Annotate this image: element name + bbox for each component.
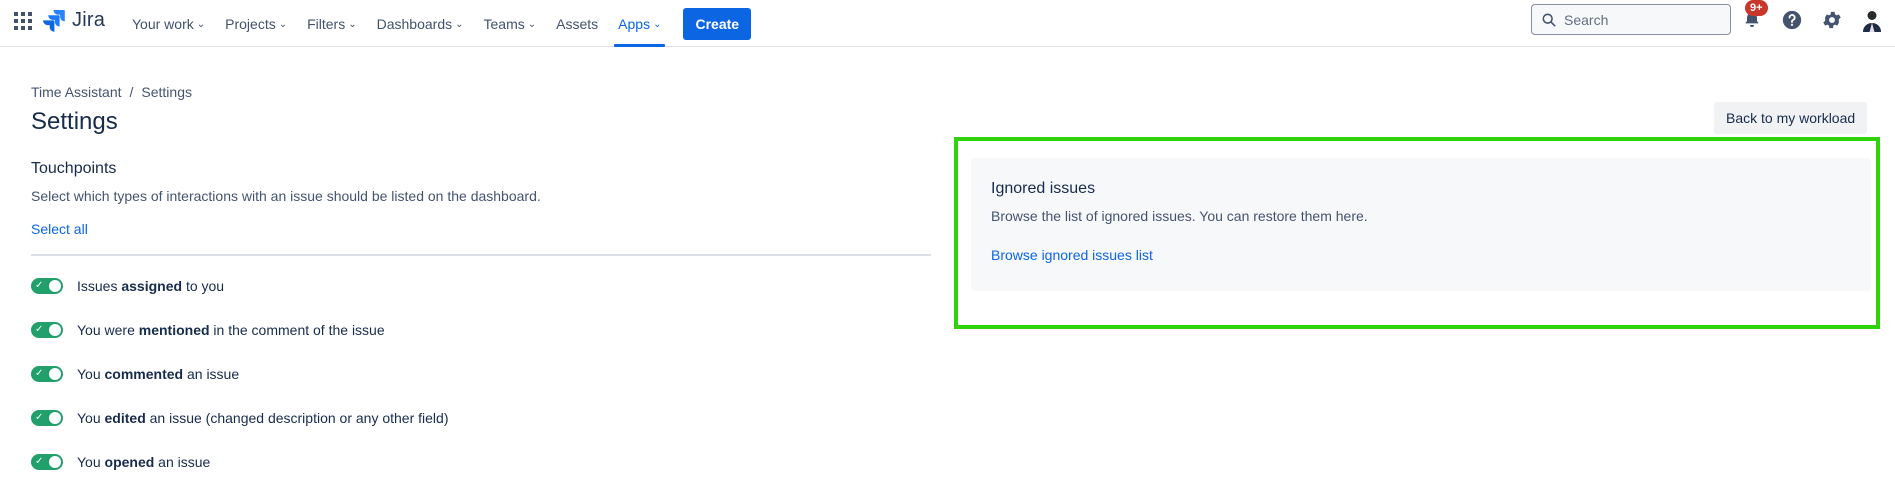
nav-assets[interactable]: Assets bbox=[546, 0, 608, 47]
toggle-assigned[interactable]: ✓ bbox=[31, 278, 63, 294]
breadcrumb: Time Assistant / Settings bbox=[31, 84, 192, 100]
ignored-issues-description: Browse the list of ignored issues. You c… bbox=[991, 208, 1368, 224]
chevron-down-icon: ⌄ bbox=[455, 19, 464, 30]
search-input[interactable] bbox=[1564, 11, 1714, 28]
nav-teams[interactable]: Teams ⌄ bbox=[474, 0, 547, 47]
check-icon: ✓ bbox=[35, 324, 44, 335]
notification-badge: 9+ bbox=[1745, 0, 1768, 16]
app-switcher-icon[interactable] bbox=[12, 10, 32, 30]
jira-logo[interactable]: Jira bbox=[42, 6, 105, 34]
touchpoint-opened: ✓ You opened an issue bbox=[31, 452, 210, 472]
browse-ignored-issues-link[interactable]: Browse ignored issues list bbox=[991, 247, 1153, 263]
nav-label: Filters bbox=[307, 15, 346, 32]
nav-projects[interactable]: Projects ⌄ bbox=[215, 0, 297, 47]
nav-filters[interactable]: Filters ⌄ bbox=[297, 0, 367, 47]
user-avatar-icon bbox=[1863, 11, 1881, 32]
chevron-down-icon: ⌄ bbox=[278, 19, 288, 30]
nav-your-work[interactable]: Your work ⌄ bbox=[122, 0, 215, 47]
primary-nav: Your work ⌄ Projects ⌄ Filters ⌄ Dashboa… bbox=[122, 0, 752, 47]
touchpoint-mentioned: ✓ You were mentioned in the comment of t… bbox=[31, 320, 385, 340]
search-icon bbox=[1542, 13, 1556, 26]
breadcrumb-settings[interactable]: Settings bbox=[141, 84, 192, 100]
toggle-label: You edited an issue (changed description… bbox=[77, 410, 449, 426]
touchpoint-edited: ✓ You edited an issue (changed descripti… bbox=[31, 408, 448, 428]
touchpoints-description: Select which types of interactions with … bbox=[31, 188, 541, 204]
create-button[interactable]: Create bbox=[683, 7, 752, 40]
avatar[interactable] bbox=[1858, 6, 1886, 34]
breadcrumb-time-assistant[interactable]: Time Assistant bbox=[31, 84, 122, 100]
breadcrumb-separator: / bbox=[129, 84, 134, 100]
back-to-workload-button[interactable]: Back to my workload bbox=[1714, 102, 1868, 134]
chevron-down-icon: ⌄ bbox=[653, 19, 662, 30]
nav-label: Dashboards bbox=[376, 15, 453, 32]
toggle-mentioned[interactable]: ✓ bbox=[31, 322, 63, 338]
ignored-issues-title: Ignored issues bbox=[991, 180, 1096, 197]
toggle-label: You opened an issue bbox=[77, 454, 211, 470]
touchpoint-commented: ✓ You commented an issue bbox=[31, 364, 239, 384]
chevron-down-icon: ⌄ bbox=[196, 19, 206, 30]
toggle-label: You were mentioned in the comment of the… bbox=[77, 322, 385, 338]
chevron-down-icon: ⌄ bbox=[348, 19, 357, 30]
nav-label: Apps bbox=[618, 15, 651, 32]
page-title: Settings bbox=[31, 108, 118, 135]
search-box[interactable] bbox=[1531, 4, 1731, 35]
nav-label: Teams bbox=[483, 15, 525, 32]
touchpoints-title: Touchpoints bbox=[31, 160, 117, 177]
help-button[interactable] bbox=[1778, 6, 1806, 34]
ignored-issues-panel: Ignored issues Browse the list of ignore… bbox=[971, 158, 1871, 291]
select-all-link[interactable]: Select all bbox=[31, 221, 88, 237]
touchpoint-assigned: ✓ Issues assigned to you bbox=[31, 276, 224, 296]
jira-logo-icon bbox=[43, 10, 65, 32]
toggle-opened[interactable]: ✓ bbox=[31, 454, 63, 470]
toggle-edited[interactable]: ✓ bbox=[31, 410, 63, 426]
settings-button[interactable] bbox=[1818, 6, 1846, 34]
nav-label: Projects bbox=[225, 15, 276, 32]
check-icon: ✓ bbox=[35, 456, 44, 467]
chevron-down-icon: ⌄ bbox=[527, 19, 537, 30]
check-icon: ✓ bbox=[35, 368, 44, 379]
gear-icon bbox=[1823, 11, 1841, 29]
check-icon: ✓ bbox=[35, 412, 44, 423]
logo-text: Jira bbox=[72, 8, 106, 31]
top-navigation: Jira Your work ⌄ Projects ⌄ Filters ⌄ Da… bbox=[0, 0, 1895, 47]
help-icon bbox=[1782, 10, 1802, 30]
toggle-commented[interactable]: ✓ bbox=[31, 366, 63, 382]
nav-label: Your work bbox=[132, 15, 194, 32]
toggle-label: Issues assigned to you bbox=[77, 278, 225, 294]
toggle-label: You commented an issue bbox=[77, 366, 240, 382]
nav-label: Assets bbox=[556, 15, 599, 32]
check-icon: ✓ bbox=[35, 280, 44, 291]
divider bbox=[31, 254, 931, 256]
nav-apps[interactable]: Apps ⌄ bbox=[608, 0, 671, 47]
nav-dashboards[interactable]: Dashboards ⌄ bbox=[367, 0, 474, 47]
